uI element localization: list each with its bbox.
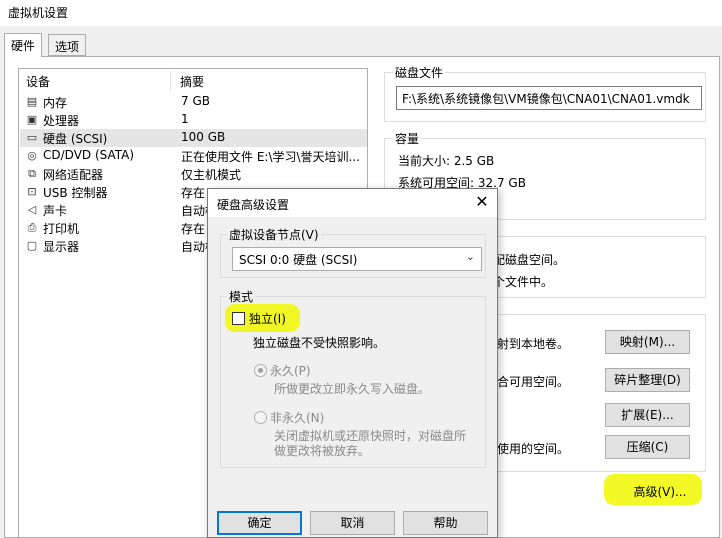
usb-icon: ⊡ xyxy=(27,185,37,198)
persistent-label[interactable]: 永久(P) xyxy=(270,362,311,379)
network-adapter-icon: ⧉ xyxy=(28,167,36,180)
map-button[interactable]: 映射(M)... xyxy=(605,330,690,354)
defrag-desc-text: 合可用空间。 xyxy=(497,375,570,389)
persistent-description: 所做更改立即永久写入磁盘。 xyxy=(274,382,431,396)
compact-desc-text: 使用的空间。 xyxy=(497,442,570,456)
compact-button[interactable]: 压缩(C) xyxy=(605,435,690,459)
close-icon[interactable]: ✕ xyxy=(472,192,492,212)
printer-icon: ⎙ xyxy=(27,221,37,234)
nonpersistent-description-line2: 做更改将被放弃。 xyxy=(274,444,371,458)
summary-column-header[interactable]: 摘要 xyxy=(180,73,204,91)
capacity-label: 容量 xyxy=(393,130,422,147)
tab-options[interactable]: 选项 xyxy=(48,34,87,56)
hard-disk-icon: ▭ xyxy=(26,131,38,144)
nonpersistent-radio[interactable] xyxy=(254,411,267,424)
display-icon: ▢ xyxy=(26,239,38,252)
disk-file-path[interactable]: F:\系统\系统镜像包\VM镜像包\CNA01\CNA01.vmdk xyxy=(396,86,702,110)
device-name: 处理器 xyxy=(43,114,80,128)
device-name: 网络适配器 xyxy=(43,168,104,182)
device-column-header[interactable]: 设备 xyxy=(26,73,50,91)
window-titlebar: 虚拟机设置 xyxy=(0,0,722,26)
alloc-text-1: 配磁盘空间。 xyxy=(493,253,566,267)
device-row-cd-dvd[interactable]: ◎ CD/DVD (SATA) 正在使用文件 E:\学习\誉天培训... xyxy=(20,147,367,165)
tab-hardware[interactable]: 硬件 xyxy=(4,33,43,57)
window-title: 虚拟机设置 xyxy=(8,6,69,20)
device-name: 打印机 xyxy=(43,222,80,236)
independent-checkbox[interactable] xyxy=(232,312,245,325)
ok-button[interactable]: 确定 xyxy=(217,511,302,535)
device-summary: 100 GB xyxy=(181,130,226,144)
independent-description: 独立磁盘不受快照影响。 xyxy=(253,336,386,350)
disk-file-label: 磁盘文件 xyxy=(393,64,446,81)
device-summary: 7 GB xyxy=(181,94,210,108)
column-divider xyxy=(170,71,171,91)
processor-icon: ▣ xyxy=(26,113,38,126)
device-name: 内存 xyxy=(43,96,68,110)
current-size-text: 当前大小: 2.5 GB xyxy=(398,154,495,168)
chevron-down-icon: ⌄ xyxy=(465,250,475,263)
virtual-device-node-select[interactable]: SCSI 0:0 硬盘 (SCSI) ⌄ xyxy=(232,247,482,271)
device-name: 声卡 xyxy=(43,204,68,218)
device-row-memory[interactable]: ▤ 内存 7 GB xyxy=(20,93,367,111)
cd-dvd-icon: ◎ xyxy=(27,149,37,162)
device-name: USB 控制器 xyxy=(43,186,108,200)
defragment-button[interactable]: 碎片整理(D) xyxy=(605,368,690,392)
device-summary: 仅主机模式 xyxy=(181,168,242,182)
memory-icon: ▤ xyxy=(26,95,38,108)
device-name: 硬盘 (SCSI) xyxy=(43,132,108,146)
expand-button[interactable]: 扩展(E)... xyxy=(605,403,690,427)
device-summary: 正在使用文件 E:\学习\誉天培训... xyxy=(181,150,360,164)
persistent-radio[interactable] xyxy=(254,364,267,377)
select-value: SCSI 0:0 硬盘 (SCSI) xyxy=(239,253,358,267)
alloc-text-2: 个文件中。 xyxy=(493,275,554,289)
dialog-titlebar: 硬盘高级设置 ✕ xyxy=(208,189,497,217)
device-row-network-adapter[interactable]: ⧉ 网络适配器 仅主机模式 xyxy=(20,165,367,183)
hard-disk-advanced-dialog: 硬盘高级设置 ✕ 虚拟设备节点(V) SCSI 0:0 硬盘 (SCSI) ⌄ … xyxy=(207,188,498,538)
device-row-processor[interactable]: ▣ 处理器 1 xyxy=(20,111,367,129)
help-button[interactable]: 帮助 xyxy=(403,511,488,535)
device-summary: 1 xyxy=(181,112,189,126)
mode-label: 模式 xyxy=(227,288,256,305)
device-name: 显示器 xyxy=(43,240,80,254)
device-row-hard-disk[interactable]: ▭ 硬盘 (SCSI) 100 GB xyxy=(20,129,367,147)
cancel-button[interactable]: 取消 xyxy=(310,511,395,535)
advanced-button[interactable]: 高级(V)... xyxy=(622,481,698,505)
device-name: CD/DVD (SATA) xyxy=(43,148,135,162)
virtual-device-node-label: 虚拟设备节点(V) xyxy=(227,226,321,243)
sound-card-icon: ◁ xyxy=(27,203,37,216)
map-desc-text: 射到本地卷。 xyxy=(497,337,570,351)
nonpersistent-label[interactable]: 非永久(N) xyxy=(270,409,324,426)
dialog-title: 硬盘高级设置 xyxy=(217,198,290,212)
independent-label[interactable]: 独立(I) xyxy=(249,310,286,327)
